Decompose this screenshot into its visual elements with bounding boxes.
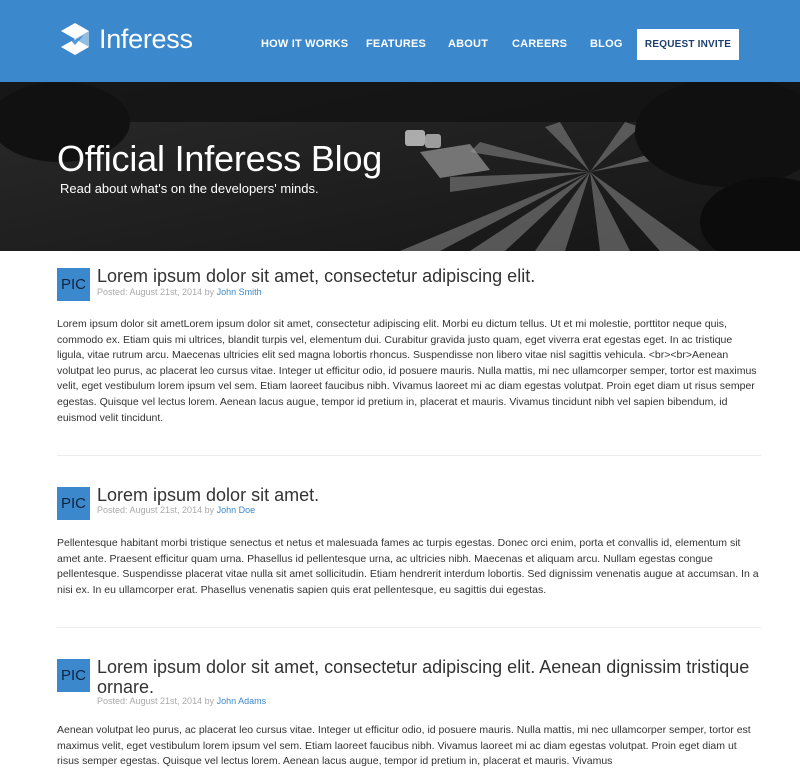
post-body: Lorem ipsum dolor sit ametLorem ipsum do…: [57, 318, 757, 424]
post-body: Pellentesque habitant morbi tristique se…: [57, 537, 759, 596]
nav-link-features[interactable]: FEATURES: [366, 38, 426, 50]
post-meta: Posted: August 21st, 2014 by John Doe: [97, 505, 255, 515]
post-title[interactable]: Lorem ipsum dolor sit amet.: [97, 485, 761, 505]
post-date: Posted: August 21st, 2014 by: [97, 287, 217, 297]
page-title: Official Inferess Blog: [57, 138, 383, 179]
nav-link-blog[interactable]: BLOG: [590, 38, 623, 50]
author-avatar: PIC: [57, 268, 90, 301]
page-subtitle: Read about what's on the developers' min…: [60, 181, 319, 196]
hero-banner: Official Inferess Blog Read about what's…: [0, 82, 800, 251]
logo-icon: [61, 23, 89, 55]
post-date: Posted: August 21st, 2014 by: [97, 696, 217, 706]
nav-link-careers[interactable]: CAREERS: [512, 38, 567, 50]
post-title[interactable]: Lorem ipsum dolor sit amet, consectetur …: [97, 266, 761, 286]
author-link[interactable]: John Doe: [217, 505, 256, 515]
post-body: Aenean volutpat leo purus, ac placerat l…: [57, 724, 751, 768]
brand-name: Inferess: [99, 23, 193, 54]
author-link[interactable]: John Smith: [217, 287, 262, 297]
nav-link-about[interactable]: ABOUT: [448, 38, 488, 50]
top-navbar: Inferess HOW IT WORKS FEATURES ABOUT CAR…: [0, 0, 800, 82]
post-divider: [57, 627, 761, 628]
post-date: Posted: August 21st, 2014 by: [97, 505, 217, 515]
nav-link-how-it-works[interactable]: HOW IT WORKS: [261, 38, 348, 50]
brand-logo[interactable]: Inferess: [58, 22, 193, 56]
post-divider: [57, 455, 761, 456]
author-avatar: PIC: [57, 487, 90, 520]
post-title[interactable]: Lorem ipsum dolor sit amet, consectetur …: [97, 657, 761, 697]
request-invite-button[interactable]: REQUEST INVITE: [637, 29, 739, 60]
post-meta: Posted: August 21st, 2014 by John Smith: [97, 287, 262, 297]
post-meta: Posted: August 21st, 2014 by John Adams: [97, 696, 266, 706]
author-avatar: PIC: [57, 659, 90, 692]
author-link[interactable]: John Adams: [217, 696, 267, 706]
